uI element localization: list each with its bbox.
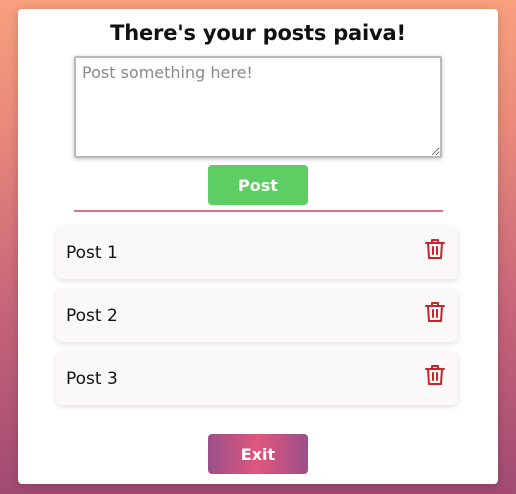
list-item: Post 3 (56, 352, 458, 405)
divider (74, 210, 443, 212)
post-label: Post 3 (66, 369, 118, 389)
trash-icon[interactable] (424, 300, 446, 324)
post-button[interactable]: Post (208, 165, 308, 205)
post-label: Post 2 (66, 306, 118, 326)
trash-icon[interactable] (424, 363, 446, 387)
post-input[interactable] (74, 56, 442, 158)
trash-icon[interactable] (424, 237, 446, 261)
list-item: Post 2 (56, 289, 458, 342)
post-list: Post 1 Post 2 Post 3 (56, 226, 458, 415)
exit-button[interactable]: Exit (208, 434, 308, 474)
page-title: There's your posts paiva! (110, 21, 406, 45)
posts-card: There's your posts paiva! Post Post 1 Po… (18, 9, 498, 484)
post-label: Post 1 (66, 243, 118, 263)
list-item: Post 1 (56, 226, 458, 279)
